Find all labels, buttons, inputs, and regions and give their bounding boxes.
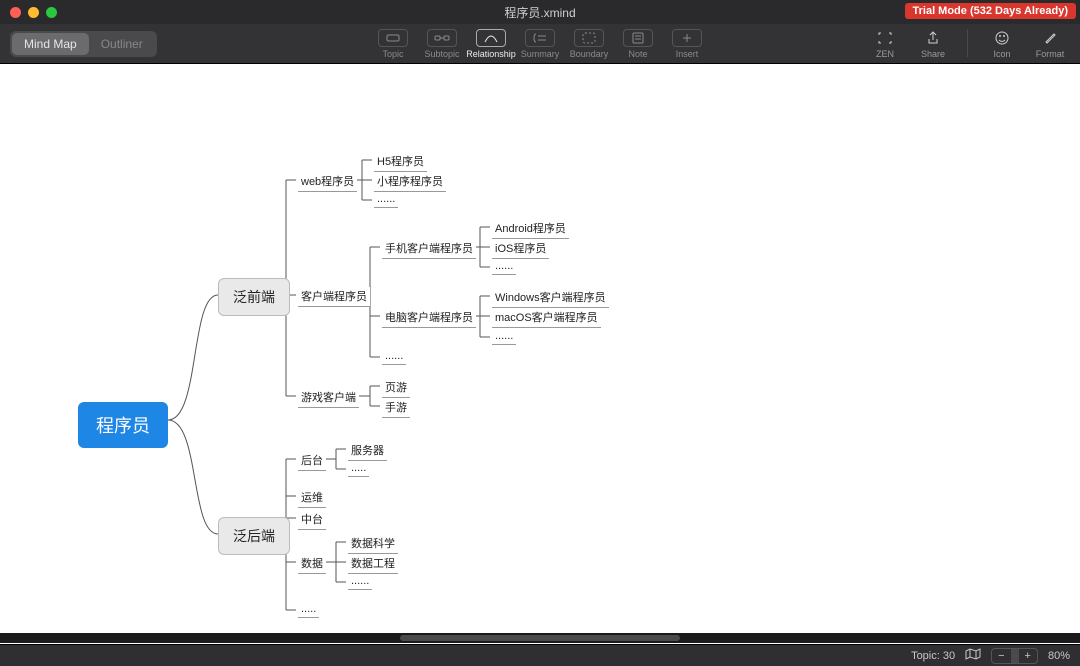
node-h5[interactable]: H5程序员 <box>374 152 427 172</box>
map-overview-icon[interactable] <box>965 648 981 663</box>
node-game-client[interactable]: 游戏客户端 <box>298 388 359 408</box>
node-backend[interactable]: 后台 <box>298 451 326 471</box>
node-branch-backend[interactable]: 泛后端 <box>218 517 290 555</box>
zoom-in-button[interactable]: + <box>1021 650 1035 662</box>
boundary-button[interactable]: Boundary <box>566 29 612 59</box>
scrollbar-thumb[interactable] <box>400 635 680 641</box>
relationship-button[interactable]: Relationship <box>468 29 514 59</box>
node-windows[interactable]: Windows客户端程序员 <box>492 288 609 308</box>
trial-mode-badge[interactable]: Trial Mode (532 Days Already) <box>905 3 1077 19</box>
statusbar: Topic: 30 − + 80% <box>0 644 1080 666</box>
topic-icon <box>378 29 408 47</box>
topic-button[interactable]: Topic <box>370 29 416 59</box>
format-panel-button[interactable]: Format <box>1030 29 1070 59</box>
toolbar-separator <box>967 29 968 57</box>
subtopic-button[interactable]: Subtopic <box>419 29 465 59</box>
brush-icon <box>1035 29 1065 47</box>
summary-button[interactable]: Summary <box>517 29 563 59</box>
tool-group-center: Topic Subtopic Relationship Summary Boun… <box>370 29 710 59</box>
zen-button[interactable]: ZEN <box>865 29 905 59</box>
node-data-more[interactable]: ...... <box>348 574 372 590</box>
mindmap-links <box>0 64 1080 644</box>
node-ops[interactable]: 运维 <box>298 488 326 508</box>
node-mobile-more[interactable]: ...... <box>492 259 516 275</box>
share-icon <box>918 29 948 47</box>
node-client-more[interactable]: ...... <box>382 349 406 365</box>
node-web[interactable]: web程序员 <box>298 172 357 192</box>
node-mobilegame[interactable]: 手游 <box>382 398 410 418</box>
horizontal-scrollbar[interactable] <box>0 633 1080 643</box>
node-backend-more2[interactable]: ..... <box>298 602 319 618</box>
node-miniprogram[interactable]: 小程序程序员 <box>374 172 446 192</box>
node-webgame[interactable]: 页游 <box>382 378 410 398</box>
icon-panel-button[interactable]: Icon <box>982 29 1022 59</box>
plus-icon <box>672 29 702 47</box>
node-desktop-more[interactable]: ...... <box>492 329 516 345</box>
zen-icon <box>870 29 900 47</box>
node-root[interactable]: 程序员 <box>78 402 168 448</box>
insert-button[interactable]: Insert <box>664 29 710 59</box>
relationship-icon <box>476 29 506 47</box>
canvas[interactable]: 程序员 泛前端 泛后端 web程序员 H5程序员 小程序程序员 ...... 客… <box>0 64 1080 644</box>
toolbar: Mind Map Outliner Topic Subtopic Relatio… <box>0 24 1080 64</box>
boundary-icon <box>574 29 604 47</box>
node-mobile-client[interactable]: 手机客户端程序员 <box>382 239 476 259</box>
node-macos[interactable]: macOS客户端程序员 <box>492 308 601 328</box>
zoom-control: − + <box>991 648 1038 664</box>
node-backend-more[interactable]: ..... <box>348 461 369 477</box>
node-server[interactable]: 服务器 <box>348 441 387 461</box>
view-mindmap-button[interactable]: Mind Map <box>12 33 89 55</box>
zoom-level[interactable]: 80% <box>1048 650 1070 662</box>
subtopic-icon <box>427 29 457 47</box>
note-icon <box>623 29 653 47</box>
node-desktop-client[interactable]: 电脑客户端程序员 <box>382 308 476 328</box>
node-client[interactable]: 客户端程序员 <box>298 287 370 307</box>
view-switch: Mind Map Outliner <box>10 31 157 57</box>
share-button[interactable]: Share <box>913 29 953 59</box>
node-data-science[interactable]: 数据科学 <box>348 534 398 554</box>
node-ios[interactable]: iOS程序员 <box>492 239 549 259</box>
node-midplatform[interactable]: 中台 <box>298 510 326 530</box>
view-outliner-button[interactable]: Outliner <box>89 33 155 55</box>
titlebar: 程序员.xmind Trial Mode (532 Days Already) <box>0 0 1080 24</box>
note-button[interactable]: Note <box>615 29 661 59</box>
node-data[interactable]: 数据 <box>298 554 326 574</box>
smiley-icon <box>987 29 1017 47</box>
node-android[interactable]: Android程序员 <box>492 219 569 239</box>
node-data-eng[interactable]: 数据工程 <box>348 554 398 574</box>
node-web-more[interactable]: ...... <box>374 192 398 208</box>
summary-icon <box>525 29 555 47</box>
zoom-out-button[interactable]: − <box>994 650 1008 662</box>
tool-group-right: ZEN Share Icon Format <box>865 29 1070 59</box>
node-branch-frontend[interactable]: 泛前端 <box>218 278 290 316</box>
topic-count: Topic: 30 <box>911 650 955 662</box>
